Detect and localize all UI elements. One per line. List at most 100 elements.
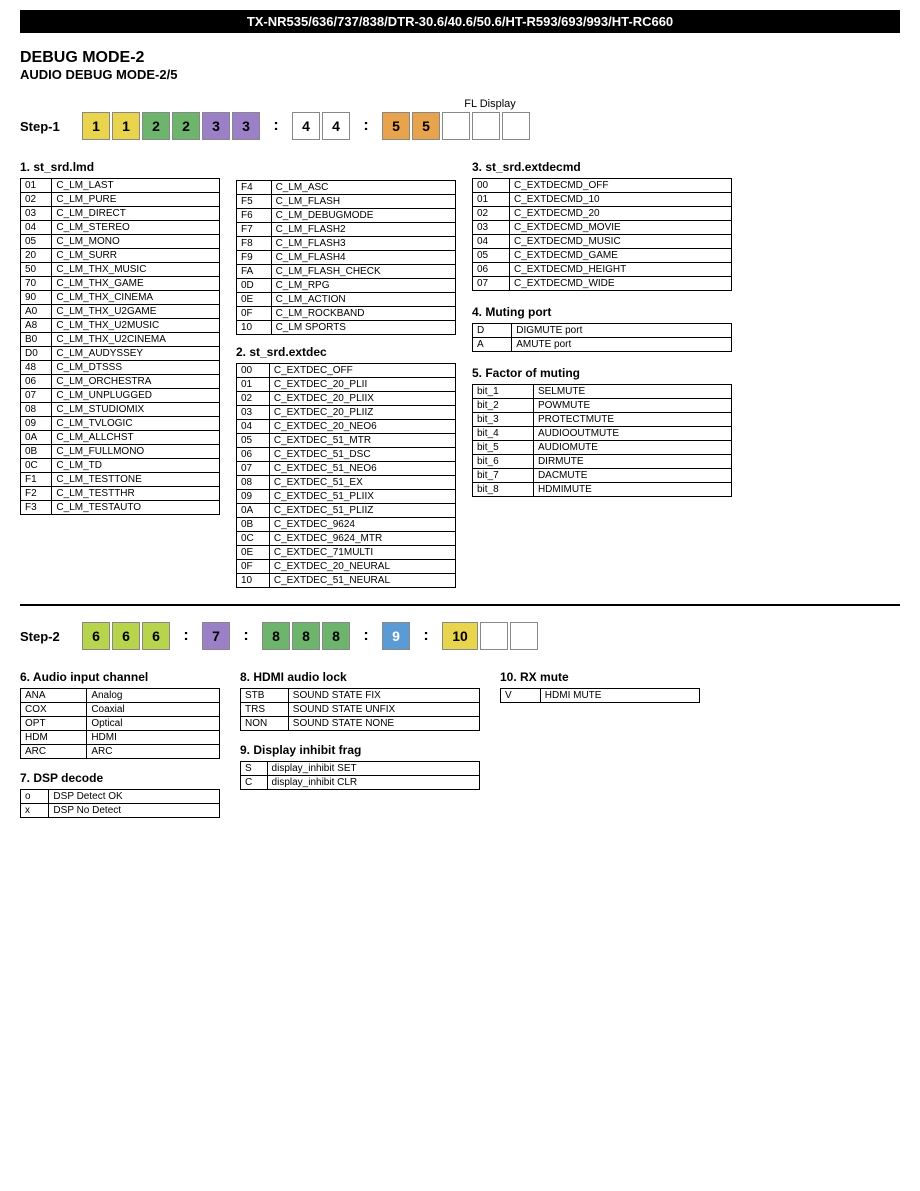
code-cell: 10	[237, 321, 272, 335]
table-row: DDIGMUTE port	[473, 324, 732, 338]
code-cell: 0D	[237, 279, 272, 293]
value-cell: C_EXTDEC_51_NEURAL	[269, 574, 455, 588]
table-row: 02C_LM_PURE	[21, 193, 220, 207]
step2-cell-0: 6	[82, 622, 110, 650]
code-cell: C	[241, 776, 268, 790]
table-row: 10C_EXTDEC_51_NEURAL	[237, 574, 456, 588]
table-row: ARCARC	[21, 745, 220, 759]
value-cell: C_EXTDECMD_10	[510, 193, 732, 207]
section5-table: bit_1SELMUTEbit_2POWMUTEbit_3PROTECTMUTE…	[472, 384, 732, 497]
code-cell: F6	[237, 209, 272, 223]
table-row: 0AC_LM_ALLCHST	[21, 431, 220, 445]
section89-col: 8. HDMI audio lock STBSOUND STATE FIXTRS…	[240, 670, 480, 818]
code-cell: 0C	[21, 459, 52, 473]
code-cell: x	[21, 804, 49, 818]
value-cell: DIRMUTE	[533, 455, 731, 469]
value-cell: HDMI MUTE	[540, 689, 699, 703]
step2-cell-4: 8	[262, 622, 290, 650]
table-row: F4C_LM_ASC	[237, 181, 456, 195]
code-cell: F9	[237, 251, 272, 265]
value-cell: C_EXTDEC_20_PLIIZ	[269, 406, 455, 420]
table-row: NONSOUND STATE NONE	[241, 717, 480, 731]
code-cell: 01	[237, 378, 270, 392]
code-cell: bit_1	[473, 385, 534, 399]
table-row: 50C_LM_THX_MUSIC	[21, 263, 220, 277]
table-row: 06C_EXTDECMD_HEIGHT	[473, 263, 732, 277]
value-cell: C_LM_FLASH2	[271, 223, 455, 237]
code-cell: 0C	[237, 532, 270, 546]
code-cell: 10	[237, 574, 270, 588]
step2-colon-4: :	[412, 622, 440, 650]
section9-title: 9. Display inhibit frag	[240, 743, 480, 757]
code-cell: 0A	[21, 431, 52, 445]
code-cell: ARC	[21, 745, 87, 759]
main-content: 1. st_srd.lmd 01C_LM_LAST02C_LM_PURE03C_…	[20, 160, 900, 588]
value-cell: C_EXTDEC_20_NEURAL	[269, 560, 455, 574]
code-cell: bit_5	[473, 441, 534, 455]
value-cell: C_LM SPORTS	[271, 321, 455, 335]
code-cell: 02	[473, 207, 510, 221]
section7-table: oDSP Detect OKxDSP No Detect	[20, 789, 220, 818]
value-cell: C_LM_FLASH	[271, 195, 455, 209]
step2-colon-3: :	[352, 622, 380, 650]
value-cell: C_EXTDEC_51_DSC	[269, 448, 455, 462]
code-cell: S	[241, 762, 268, 776]
code-cell: 07	[473, 277, 510, 291]
value-cell: C_LM_ORCHESTRA	[52, 375, 220, 389]
code-cell: STB	[241, 689, 289, 703]
value-cell: POWMUTE	[533, 399, 731, 413]
table-row: 90C_LM_THX_CINEMA	[21, 291, 220, 305]
step1-cell-3: 2	[172, 112, 200, 140]
table-row: 06C_LM_ORCHESTRA	[21, 375, 220, 389]
code-cell: bit_3	[473, 413, 534, 427]
value-cell: C_LM_THX_U2CINEMA	[52, 333, 220, 347]
section345-col: 3. st_srd.extdecmd 00C_EXTDECMD_OFF01C_E…	[472, 160, 732, 588]
step2-cell-8: 10	[442, 622, 478, 650]
step1-cells: 1 1 2 2 3 3 : 4 4 : 5 5	[82, 112, 530, 140]
step1-cell-10	[442, 112, 470, 140]
table-row: 0AC_EXTDEC_51_PLIIZ	[237, 504, 456, 518]
value-cell: C_LM_TESTTHR	[52, 487, 220, 501]
code-cell: 0B	[21, 445, 52, 459]
step1-cell-4: 3	[202, 112, 230, 140]
header-bar: TX-NR535/636/737/838/DTR-30.6/40.6/50.6/…	[20, 10, 900, 33]
section4-table: DDIGMUTE portAAMUTE port	[472, 323, 732, 352]
code-cell: 0F	[237, 307, 272, 321]
code-cell: 09	[237, 490, 270, 504]
value-cell: Optical	[87, 717, 220, 731]
step1-cell-1: 1	[112, 112, 140, 140]
value-cell: C_LM_MONO	[52, 235, 220, 249]
code-cell: HDM	[21, 731, 87, 745]
table-row: 0DC_LM_RPG	[237, 279, 456, 293]
code-cell: 48	[21, 361, 52, 375]
table-row: xDSP No Detect	[21, 804, 220, 818]
value-cell: Coaxial	[87, 703, 220, 717]
value-cell: AUDIOMUTE	[533, 441, 731, 455]
code-cell: 04	[237, 420, 270, 434]
value-cell: AUDIOOUTMUTE	[533, 427, 731, 441]
code-cell: A8	[21, 319, 52, 333]
title-section: DEBUG MODE-2 AUDIO DEBUG MODE-2/5	[20, 49, 900, 82]
code-cell: 0B	[237, 518, 270, 532]
code-cell: 50	[21, 263, 52, 277]
code-cell: 01	[473, 193, 510, 207]
step2-cell-2: 6	[142, 622, 170, 650]
code-cell: bit_2	[473, 399, 534, 413]
table-row: 07C_EXTDEC_51_NEO6	[237, 462, 456, 476]
value-cell: C_LM_STEREO	[52, 221, 220, 235]
table-row: 70C_LM_THX_GAME	[21, 277, 220, 291]
section3-title: 3. st_srd.extdecmd	[472, 160, 732, 174]
table-row: 09C_EXTDEC_51_PLIIX	[237, 490, 456, 504]
value-cell: C_EXTDEC_9624_MTR	[269, 532, 455, 546]
value-cell: C_EXTDECMD_MUSIC	[510, 235, 732, 249]
table-row: VHDMI MUTE	[501, 689, 700, 703]
value-cell: SELMUTE	[533, 385, 731, 399]
section1b-col: F4C_LM_ASCF5C_LM_FLASHF6C_LM_DEBUGMODEF7…	[236, 160, 456, 588]
step1-section: FL Display Step-1 1 1 2 2 3 3 : 4 4 : 5 …	[20, 98, 900, 140]
value-cell: C_LM_ACTION	[271, 293, 455, 307]
section9-table: Sdisplay_inhibit SETCdisplay_inhibit CLR	[240, 761, 480, 790]
value-cell: DSP Detect OK	[49, 790, 220, 804]
table-row: F1C_LM_TESTTONE	[21, 473, 220, 487]
table-row: TRSSOUND STATE UNFIX	[241, 703, 480, 717]
code-cell: F8	[237, 237, 272, 251]
